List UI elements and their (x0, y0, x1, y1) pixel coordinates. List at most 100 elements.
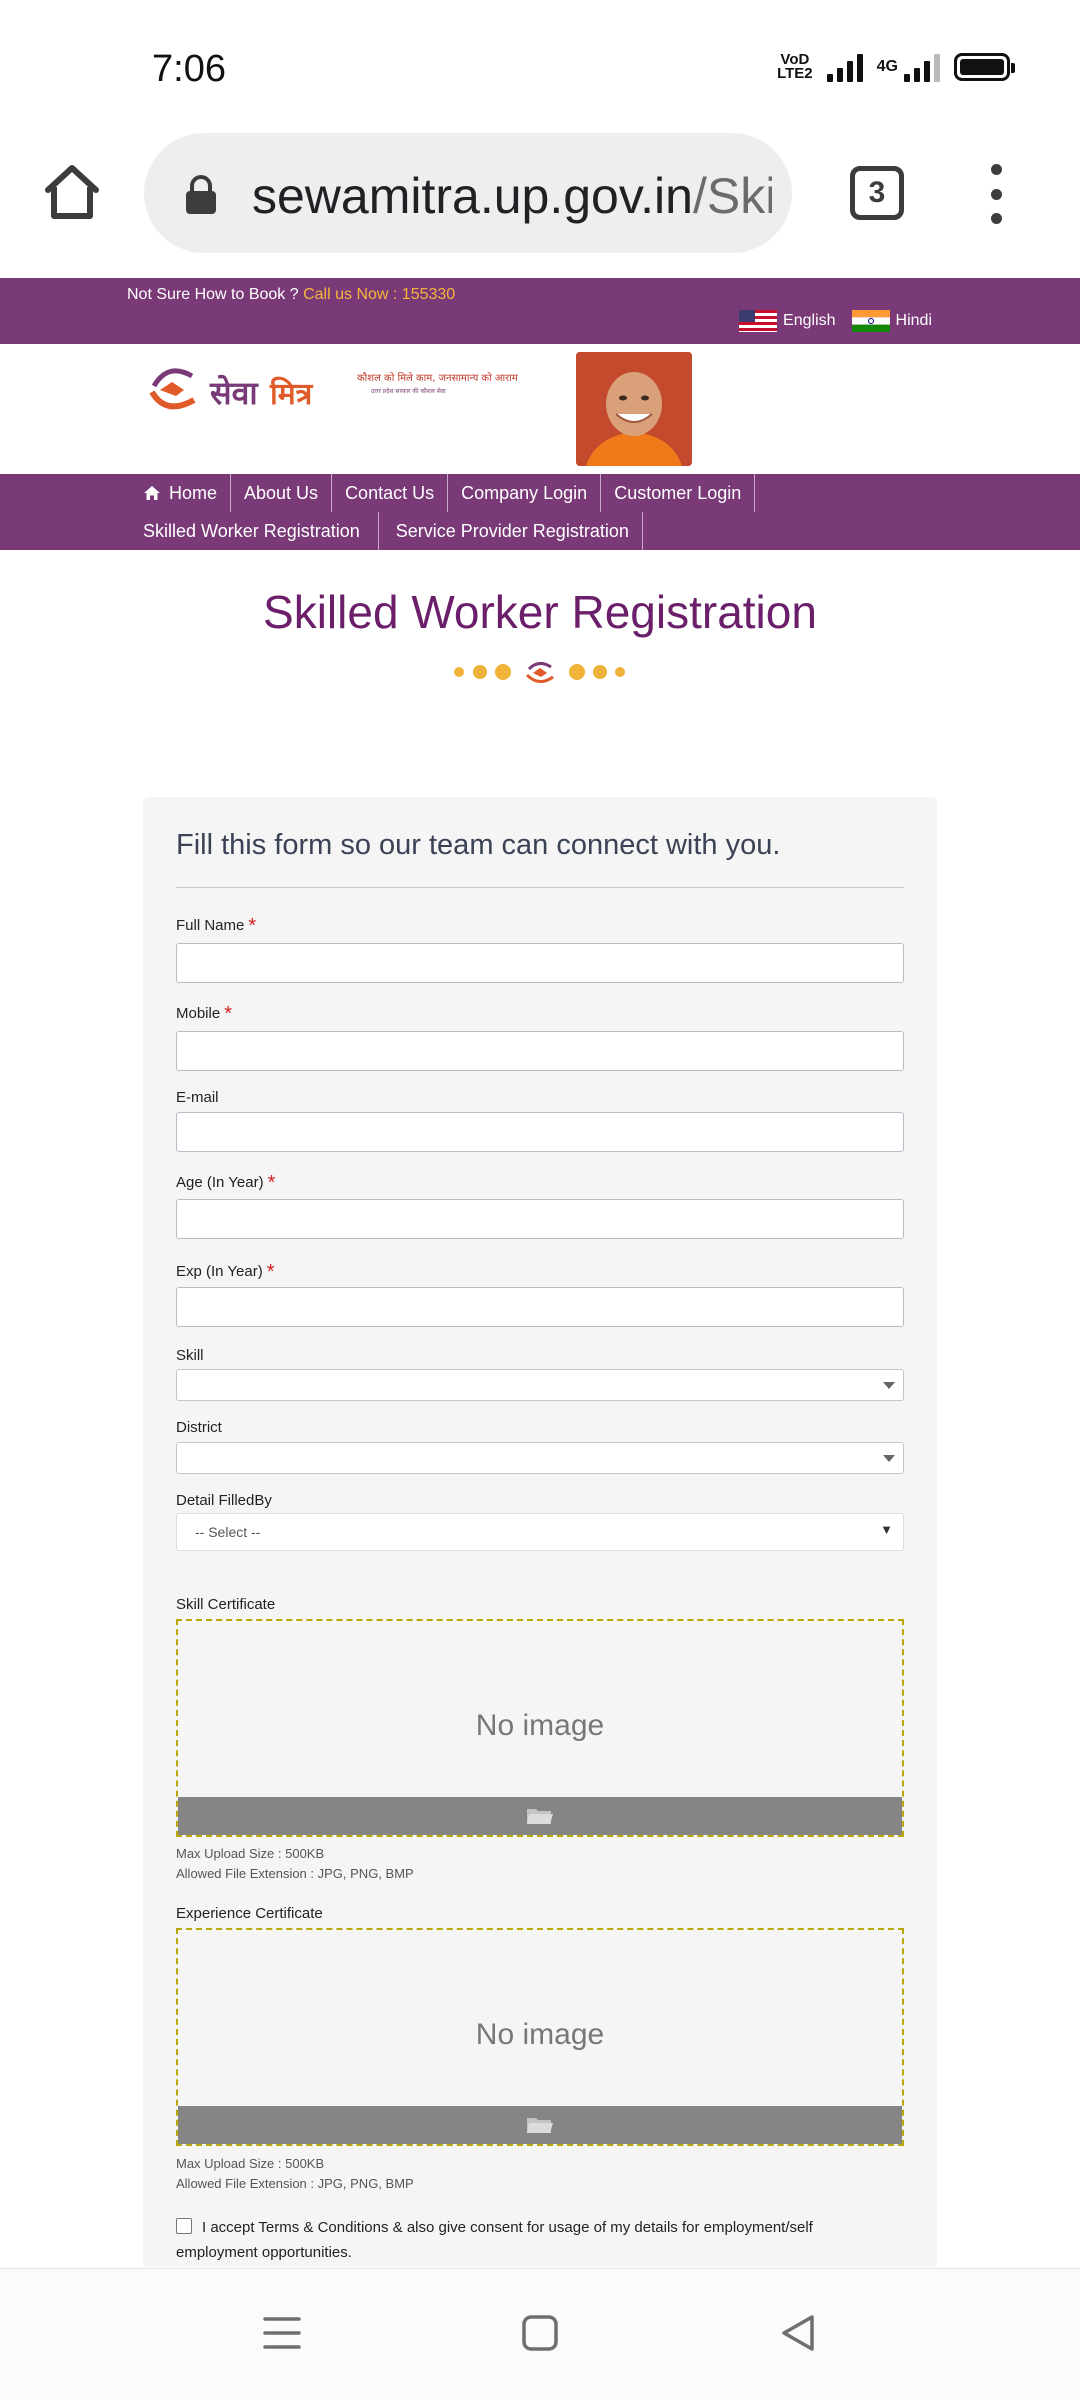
required-mark: * (266, 1261, 275, 1283)
filled-by-select[interactable]: -- Select -- ▼ (176, 1513, 904, 1551)
exp-input[interactable] (176, 1287, 904, 1327)
age-label-text: Age (In Year) (176, 1174, 264, 1191)
volte-icon: VoD LTE2 (777, 51, 813, 82)
us-flag-icon (739, 310, 778, 332)
home-icon (144, 486, 160, 500)
nav-row-2: Skilled Worker Registration Service Prov… (130, 512, 643, 550)
divider (176, 887, 904, 888)
help-line: Not Sure How to Book ? Call us Now : 155… (127, 286, 455, 304)
filled-by-label: Detail FilledBy (176, 1492, 272, 1509)
skill-select[interactable] (176, 1369, 904, 1401)
skill-certificate-label: Skill Certificate (176, 1596, 276, 1613)
main-nav: Home About Us Contact Us Company Login C… (0, 474, 1080, 550)
consent-checkbox[interactable] (176, 2218, 192, 2234)
folder-icon (527, 2118, 553, 2133)
tagline-image: कौशल को मिले काम, जनसामान्य को आराम उत्त… (357, 372, 519, 395)
experience-certificate-max-size: Max Upload Size : 500KB (176, 2156, 325, 2171)
nav-home-label: Home (169, 483, 218, 503)
nav-contact-us[interactable]: Contact Us (332, 474, 449, 512)
required-mark: * (224, 1003, 232, 1025)
nav-company-login[interactable]: Company Login (448, 474, 602, 512)
experience-certificate-browse-button[interactable] (178, 2106, 902, 2144)
consent-text: I accept Terms & Conditions & also give … (176, 2219, 813, 2261)
help-text: Not Sure How to Book ? (127, 286, 299, 303)
lang-english-label: English (783, 312, 836, 329)
email-label: E-mail (176, 1089, 219, 1106)
consent-row: I accept Terms & Conditions & also give … (176, 2215, 876, 2265)
url-text: sewamitra.up.gov.in/Ski (252, 167, 772, 225)
nav-home[interactable]: Home (130, 474, 232, 512)
skill-certificate-browse-button[interactable] (178, 1797, 902, 1835)
nav-service-provider-registration[interactable]: Service Provider Registration (379, 512, 643, 550)
full-name-input[interactable] (176, 943, 904, 983)
sewamitra-logo[interactable]: सेवा मित्र (146, 356, 321, 426)
lock-icon (186, 175, 216, 214)
skill-certificate-max-size: Max Upload Size : 500KB (176, 1846, 325, 1861)
nav-skilled-worker-registration[interactable]: Skilled Worker Registration (130, 512, 379, 550)
title-divider-icon (454, 662, 625, 683)
email-input[interactable] (176, 1112, 904, 1152)
experience-certificate-label: Experience Certificate (176, 1905, 323, 1922)
skill-certificate-upload[interactable]: No image (176, 1619, 904, 1837)
experience-certificate-placeholder: No image (475, 2018, 605, 2051)
full-name-label: Full Name * (176, 915, 256, 938)
network-type: 4G (876, 58, 898, 75)
district-label: District (176, 1419, 222, 1436)
home-icon[interactable] (40, 160, 104, 224)
portrait-image (576, 352, 692, 466)
chevron-down-icon (883, 1455, 895, 1462)
overflow-menu-icon[interactable] (984, 164, 1008, 224)
lang-hindi-label: Hindi (895, 312, 932, 329)
browser-toolbar: sewamitra.up.gov.in/Ski 3 (0, 130, 1080, 278)
age-label: Age (In Year) * (176, 1172, 275, 1195)
signal-icon (826, 52, 863, 82)
experience-certificate-upload[interactable]: No image (176, 1928, 904, 2146)
status-icons: VoD LTE2 4G (777, 51, 1015, 82)
svg-text:कौशल को मिले काम, जनसामान्य को: कौशल को मिले काम, जनसामान्य को आराम (357, 372, 519, 384)
folder-icon (527, 1809, 553, 1824)
chevron-down-icon: ▼ (880, 1522, 893, 1537)
nav-customer-login[interactable]: Customer Login (601, 474, 756, 512)
system-nav-bar (0, 2268, 1080, 2400)
filled-by-value: -- Select -- (195, 1524, 261, 1540)
call-number[interactable]: Call us Now : 155330 (303, 286, 455, 303)
mobile-label-text: Mobile (176, 1005, 221, 1022)
status-bar: 7:06 VoD LTE2 4G (0, 0, 1080, 130)
svg-text:उत्तर प्रदेश सरकार की कौशल सेव: उत्तर प्रदेश सरकार की कौशल सेवा (371, 387, 446, 395)
clock: 7:06 (152, 48, 226, 90)
language-switcher: English Hindi (739, 310, 932, 332)
registration-form: Fill this form so our team can connect w… (143, 797, 937, 2267)
lang-english[interactable]: English (739, 310, 836, 332)
url-path: /Ski (692, 168, 772, 224)
skill-label: Skill (176, 1347, 204, 1364)
nav-row-1: Home About Us Contact Us Company Login C… (130, 474, 756, 512)
nav-about-us[interactable]: About Us (231, 474, 333, 512)
url-host: sewamitra.up.gov.in (252, 168, 693, 224)
site-topbar: Not Sure How to Book ? Call us Now : 155… (0, 278, 1080, 344)
india-flag-icon (851, 310, 890, 332)
tab-switcher-button[interactable]: 3 (850, 166, 904, 220)
experience-certificate-extensions: Allowed File Extension : JPG, PNG, BMP (176, 2176, 414, 2191)
home-nav-icon[interactable] (520, 2313, 560, 2353)
address-bar[interactable]: sewamitra.up.gov.in/Ski (144, 133, 792, 253)
cm-photo (576, 352, 692, 466)
lang-hindi[interactable]: Hindi (851, 310, 932, 332)
skill-certificate-placeholder: No image (475, 1709, 605, 1742)
page-title: Skilled Worker Registration (263, 586, 817, 638)
back-icon[interactable] (778, 2313, 818, 2353)
mobile-input[interactable] (176, 1031, 904, 1071)
chevron-down-icon (883, 1382, 895, 1389)
required-mark: * (248, 915, 257, 937)
signal-icon-2 (904, 52, 940, 82)
district-select[interactable] (176, 1442, 904, 1474)
age-input[interactable] (176, 1199, 904, 1239)
required-mark: * (267, 1172, 276, 1194)
svg-text:सेवा: सेवा (209, 374, 259, 412)
logo-row: सेवा मित्र कौशल को मिले काम, जनसामान्य क… (0, 344, 1080, 474)
full-name-label-text: Full Name (176, 917, 245, 934)
svg-text:मित्र: मित्र (269, 376, 314, 412)
battery-icon (954, 53, 1015, 81)
recent-apps-icon[interactable] (262, 2313, 302, 2353)
mobile-label: Mobile * (176, 1003, 232, 1026)
exp-label: Exp (In Year) * (176, 1261, 275, 1284)
